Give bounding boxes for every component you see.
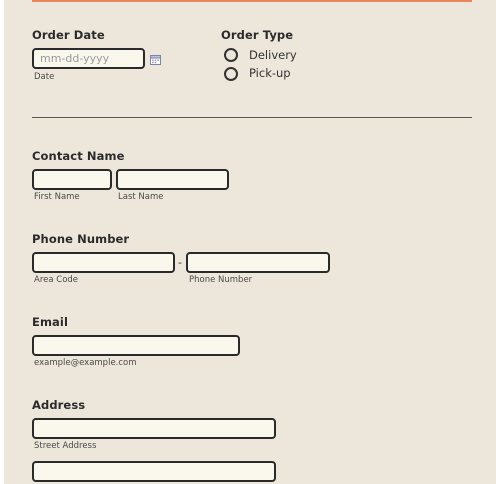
- area-code-sublabel: Area Code: [34, 275, 79, 285]
- order-form: Order Date Date Order Type Delivery Pick…: [4, 0, 496, 484]
- first-name-sublabel: First Name: [34, 192, 80, 202]
- radio-pickup-label[interactable]: Pick-up: [249, 66, 291, 80]
- radio-delivery-label[interactable]: Delivery: [249, 48, 297, 62]
- contact-name-label: Contact Name: [32, 149, 125, 163]
- area-code-input[interactable]: [32, 252, 175, 273]
- calendar-icon[interactable]: [150, 54, 161, 65]
- email-label: Email: [32, 315, 68, 329]
- last-name-sublabel: Last Name: [118, 192, 164, 202]
- section-divider: [32, 117, 472, 118]
- radio-delivery[interactable]: [224, 48, 238, 62]
- header-accent-line: [32, 0, 472, 2]
- phone-separator: -: [178, 256, 182, 269]
- order-date-input[interactable]: [32, 48, 145, 69]
- street-address-sublabel: Street Address: [34, 441, 97, 451]
- phone-number-input[interactable]: [186, 252, 330, 273]
- address-label: Address: [32, 398, 86, 412]
- email-input[interactable]: [32, 335, 240, 356]
- order-date-sublabel: Date: [34, 72, 55, 82]
- order-type-label: Order Type: [221, 28, 294, 42]
- first-name-input[interactable]: [32, 169, 112, 190]
- street-address-input[interactable]: [32, 418, 276, 439]
- last-name-input[interactable]: [116, 169, 229, 190]
- email-sublabel: example@example.com: [34, 358, 137, 368]
- order-date-label: Order Date: [32, 28, 105, 42]
- street-address-line2-input[interactable]: [32, 461, 276, 482]
- phone-number-label: Phone Number: [32, 232, 130, 246]
- radio-pickup[interactable]: [224, 67, 238, 81]
- phone-number-sublabel: Phone Number: [189, 275, 253, 285]
